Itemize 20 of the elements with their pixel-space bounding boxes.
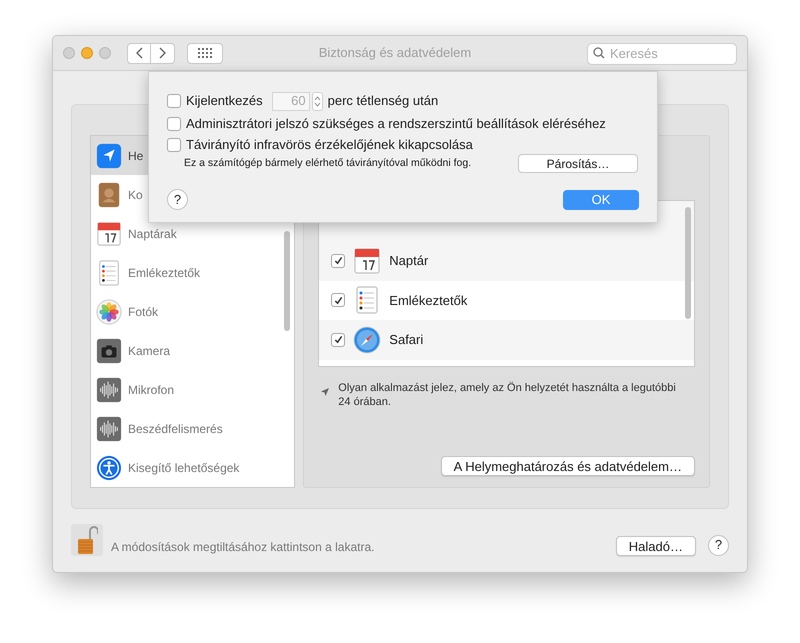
category-label: Kamera <box>128 342 170 360</box>
window-title: Biztonság és adatvédelem <box>318 44 472 62</box>
option-label: Távirányító infravörös érzékelőjének kikapcsolása <box>186 136 473 154</box>
category-label: Beszédfelismerés <box>128 420 223 438</box>
option-note: Ez a számítógép bármely elérhető távirányítóval működni fog. <box>184 156 472 171</box>
option-label: Adminisztrátori jelszó szükséges a rendszerszintű beállítások eléréséhez <box>186 115 606 134</box>
option-suffix: perc tétlenség után <box>328 92 438 110</box>
category-label: Emlékeztetők <box>128 264 200 282</box>
category-label: Fotók <box>128 304 158 320</box>
option-label: Kijelentkezés <box>186 92 263 110</box>
location-note: Olyan alkalmazást jelez, amely az Ön helyzetét használta a legutóbbi 24 órában. <box>338 381 677 409</box>
app-name: Safari <box>389 331 424 349</box>
category-label: He <box>128 148 144 164</box>
category-label: Ko <box>128 186 143 204</box>
app-name: Naptár <box>389 252 428 270</box>
lock-hint: A módosítások megtiltásához kattintson a lakatra. <box>111 539 374 556</box>
app-name: Emlékeztetők <box>389 292 468 310</box>
category-label: Naptárak <box>128 226 177 242</box>
category-label: Mikrofon <box>128 382 174 398</box>
category-label: Kisegítő lehetőségek <box>128 460 240 476</box>
